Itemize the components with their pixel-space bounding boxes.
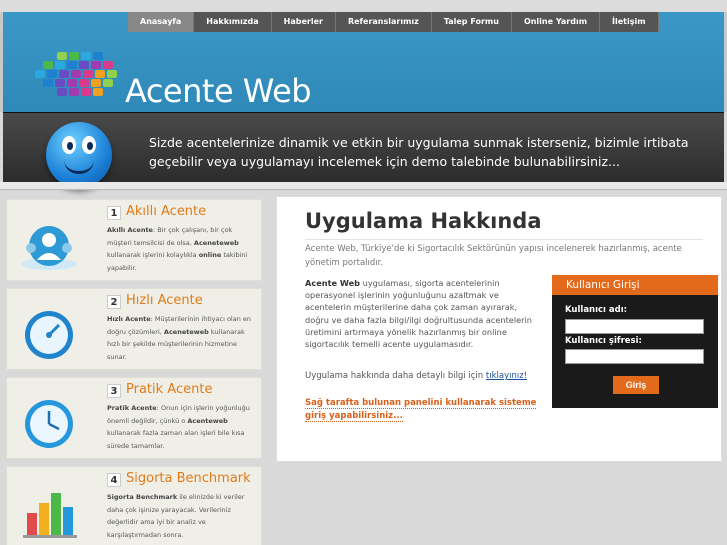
logo-dot <box>81 88 91 96</box>
feature-title[interactable]: Akıllı Acente <box>126 204 206 219</box>
feature-title[interactable]: Sigorta Benchmark <box>126 471 251 486</box>
logo-dot <box>35 70 45 78</box>
smiley-mascot-icon <box>46 122 112 188</box>
login-button[interactable]: Giriş <box>613 376 659 394</box>
logo-dot <box>43 79 53 87</box>
nav-item[interactable]: Talep Formu <box>432 12 512 32</box>
logo-dot <box>95 70 105 78</box>
logo-dot <box>93 52 103 60</box>
password-label: Kullanıcı şifresi: <box>565 336 642 346</box>
nav-item[interactable]: Referanslarımız <box>336 12 432 32</box>
logo-dot <box>69 88 79 96</box>
desc-bold: Aceneteweb <box>193 238 239 247</box>
logo-dot <box>103 61 113 69</box>
logo-dot <box>47 70 57 78</box>
mascot-eye-right <box>82 136 96 154</box>
title-divider <box>305 239 703 240</box>
feature-number: 3 <box>107 384 121 398</box>
logo-dot <box>43 61 53 69</box>
logo-dot <box>91 79 101 87</box>
login-note: Sağ tarafta bulunan panelini kullanarak … <box>305 397 545 423</box>
feature-card: 3 Pratik Acente Pratik Acente: Onun için i… <box>6 377 262 459</box>
feature-card: 2 Hızlı Acente Hızlı Acente: Müşterilerini… <box>6 288 262 370</box>
banner-text: Sizde acentelerinize dinamik ve etkin bi… <box>149 135 689 169</box>
nav-item[interactable]: İletişim <box>600 12 659 32</box>
logo-dot <box>83 70 93 78</box>
main-nav: Anasayfa Hakkımızda Haberler Referanslarımı… <box>128 12 659 32</box>
desc-bold: Aceneteweb <box>163 327 209 336</box>
para-text: uygulaması, sigorta acentelerinin operas… <box>305 278 532 350</box>
clock-icon <box>19 394 79 450</box>
logo-dot <box>79 61 89 69</box>
desc-text: kullanarak fazla zaman alan işleri bile … <box>107 429 245 450</box>
logo-dot <box>69 52 79 60</box>
logo-dot <box>91 61 101 69</box>
feature-number: 4 <box>107 473 121 487</box>
more-link[interactable]: tıklayınız! <box>486 371 527 381</box>
username-input[interactable] <box>565 319 704 334</box>
feature-description: Pratik Acente: Onun için işlerin yoğunlu… <box>107 402 257 452</box>
desc-text: kullanarak işlerini kolaylıkla <box>107 251 199 259</box>
desc-bold: Acenteweb <box>187 416 228 425</box>
logo-dot <box>79 79 89 87</box>
feature-number: 1 <box>107 206 121 220</box>
brand-name: Acente Web <box>125 72 312 110</box>
feature-sidebar: 1 Akıllı Acente Akıllı Acente: Bir çok çal… <box>6 196 262 545</box>
feature-title[interactable]: Pratik Acente <box>126 382 212 397</box>
speedometer-icon <box>19 305 79 361</box>
desc-bold: Pratik Acente <box>107 404 157 412</box>
logo-dot <box>59 70 69 78</box>
nav-item[interactable]: Online Yardım <box>512 12 601 32</box>
feature-description: Sigorta Benchmark ile elinizde ki verile… <box>107 491 257 541</box>
logo-dot <box>57 52 67 60</box>
nav-item[interactable]: Anasayfa <box>128 12 195 32</box>
desc-bold: Hızlı Acente <box>107 315 151 323</box>
logo-dot <box>103 79 113 87</box>
nav-item[interactable]: Hakkımızda <box>194 12 272 32</box>
logo-dot <box>67 79 77 87</box>
bar-chart-icon <box>19 483 79 539</box>
desc-bold: Sigorta Benchmark <box>107 493 178 501</box>
para-bold: Acente Web <box>305 278 361 288</box>
intro-text: Acente Web, Türkiye'de ki Sigortacılık S… <box>305 244 682 268</box>
logo-dot <box>55 61 65 69</box>
page-title: Uygulama Hakkında <box>305 209 542 233</box>
logo-dot <box>55 79 65 87</box>
header-divider <box>0 182 727 190</box>
logo-dot <box>107 70 117 78</box>
mascot-eye-left <box>62 136 76 154</box>
feature-description: Akıllı Acente: Bir çok çalışanı, bir çok… <box>107 224 257 274</box>
logo-dot <box>67 61 77 69</box>
logo-dot <box>81 52 91 60</box>
desc-bold: Akıllı Acente <box>107 226 153 234</box>
login-title: Kullanıcı Girişi <box>552 275 718 295</box>
feature-card: 1 Akıllı Acente Akıllı Acente: Bir çok çal… <box>6 199 262 281</box>
nav-item[interactable]: Haberler <box>272 12 336 32</box>
login-note-text: Sağ tarafta bulunan panelini kullanarak … <box>305 398 537 422</box>
feature-description: Hızlı Acente: Müşterilerinin ihtiyacı ol… <box>107 313 257 363</box>
more-text: Uygulama hakkında daha detaylı bilgi içi… <box>305 371 486 381</box>
logo-dot <box>93 88 103 96</box>
feature-number: 2 <box>107 295 121 309</box>
feature-title[interactable]: Hızlı Acente <box>126 293 203 308</box>
about-paragraph: Acente Web uygulaması, sigorta acenteler… <box>305 277 537 350</box>
logo-dot <box>57 88 67 96</box>
desc-bold: online <box>198 251 222 259</box>
logo-dot <box>71 70 81 78</box>
username-label: Kullanıcı adı: <box>565 305 628 315</box>
call-center-icon <box>19 216 79 272</box>
password-input[interactable] <box>565 349 704 364</box>
login-panel: Kullanıcı Girişi Kullanıcı adı: Kullanıc… <box>552 275 718 408</box>
mascot-mouth <box>64 160 94 174</box>
feature-card: 4 Sigorta Benchmark Sigorta Benchmark ile … <box>6 466 262 545</box>
logo-mark-icon <box>33 52 133 112</box>
more-info: Uygulama hakkında daha detaylı bilgi içi… <box>305 371 527 381</box>
